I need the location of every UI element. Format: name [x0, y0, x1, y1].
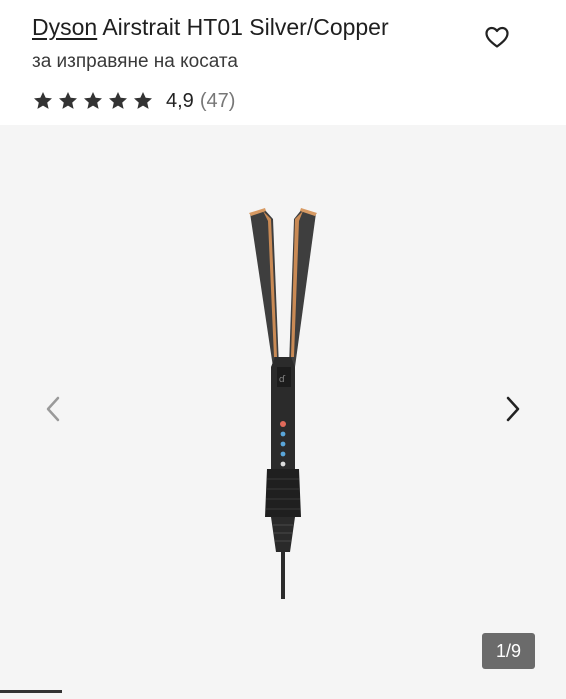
star-icon	[109, 92, 127, 109]
favorite-button[interactable]	[482, 22, 512, 52]
prev-image-button[interactable]	[35, 391, 71, 427]
brand-link[interactable]: Dyson	[32, 14, 97, 40]
star-icon	[134, 92, 152, 109]
product-name: Airstrait HT01 Silver/Copper	[102, 14, 389, 40]
gallery-progress-indicator	[0, 690, 62, 693]
product-subtitle: за изправяне на косата	[32, 51, 238, 72]
chevron-left-icon	[46, 396, 60, 422]
product-image[interactable]: ɗ	[233, 207, 333, 599]
star-icon	[84, 92, 102, 109]
image-gallery[interactable]: ɗ 1/9	[0, 125, 566, 699]
star-icon	[34, 92, 52, 109]
product-title: Dyson Airstrait HT01 Silver/Copper	[32, 12, 389, 42]
chevron-right-icon	[506, 396, 520, 422]
product-header: Dyson Airstrait HT01 Silver/Copper за из…	[0, 0, 566, 125]
rating-stars	[32, 90, 154, 112]
image-counter: 1/9	[482, 633, 535, 669]
svg-text:ɗ: ɗ	[279, 375, 286, 385]
review-count[interactable]: (47)	[200, 90, 236, 113]
rating-row[interactable]: 4,9 (47)	[32, 88, 235, 114]
rating-value: 4,9	[166, 89, 194, 112]
next-image-button[interactable]	[495, 391, 531, 427]
heart-outline-icon	[485, 26, 509, 48]
star-icon	[59, 92, 77, 109]
